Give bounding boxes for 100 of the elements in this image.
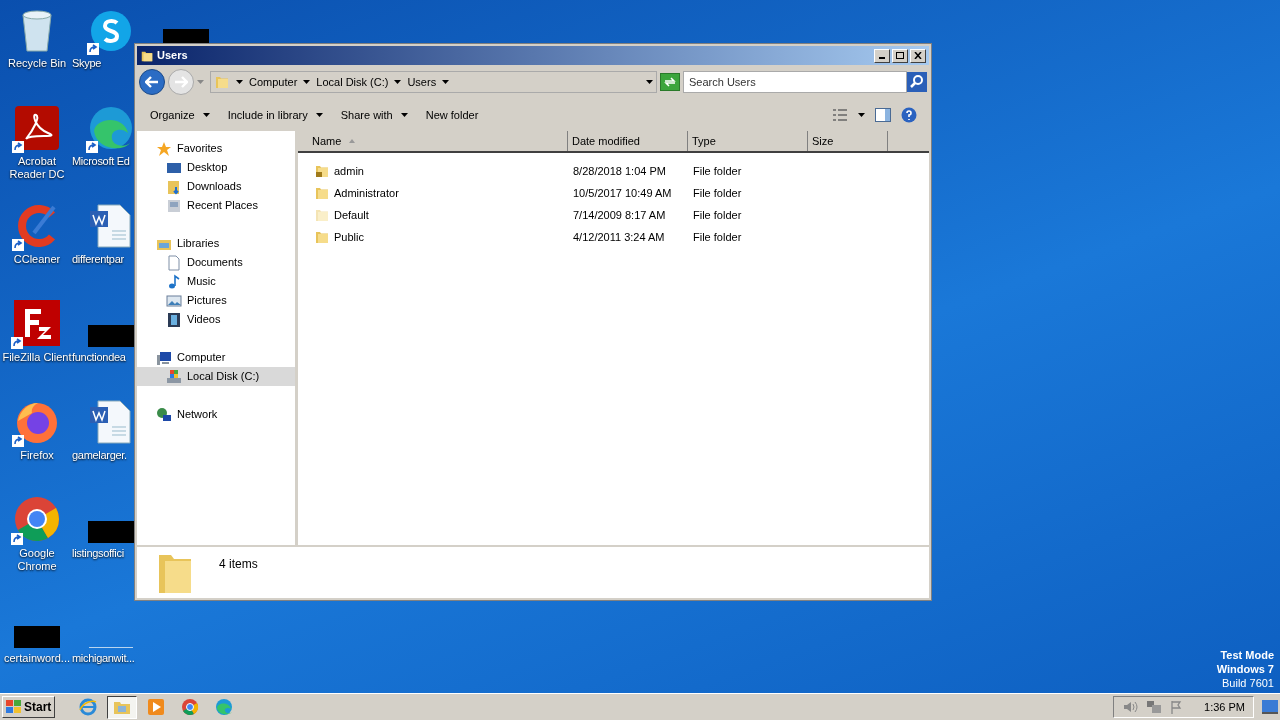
table-cell-text: 8/28/2018 1:04 PM: [572, 163, 667, 179]
play-icon: [147, 698, 166, 716]
item-count: 4 items: [219, 556, 258, 573]
os-notice-text: Test Mode: [1220, 648, 1274, 662]
toolbar-button[interactable]: Organize: [141, 103, 219, 127]
document-icon: [88, 399, 134, 445]
nav-label: Favorites: [177, 141, 223, 157]
shortcut-arrow-icon: [12, 435, 24, 447]
back-button[interactable]: [139, 69, 165, 95]
nav-label: Pictures: [187, 293, 227, 309]
breadcrumb[interactable]: Local Disk (C:): [316, 73, 389, 91]
speaker-icon: [1122, 700, 1139, 714]
breadcrumb[interactable]: Computer: [249, 73, 298, 91]
desktop-icon-label[interactable]: michiganwit...: [72, 652, 135, 665]
nav-item[interactable]: Videos: [137, 310, 295, 329]
nav-item[interactable]: Local Disk (C:): [137, 367, 295, 386]
column-header[interactable]: Name: [298, 131, 568, 151]
table-cell[interactable]: Default: [298, 206, 568, 224]
nav-label: Network: [177, 407, 218, 423]
network-icon: [156, 406, 172, 423]
maximize-button[interactable]: [892, 48, 908, 63]
nav-label: Downloads: [187, 179, 242, 195]
star-icon: [156, 140, 172, 157]
nav-item[interactable]: Computer: [137, 348, 295, 367]
nav-item[interactable]: Favorites: [137, 139, 295, 158]
nav-item[interactable]: Documents: [137, 253, 295, 272]
close-icon: [914, 52, 922, 59]
wave-logo-icon: [215, 698, 234, 716]
document-icon: [166, 254, 182, 271]
folder-icon: [214, 74, 230, 90]
refresh-button[interactable]: [660, 73, 680, 91]
taskbar-app-button[interactable]: [107, 695, 138, 719]
nav-label: Libraries: [177, 236, 220, 252]
nav-label: Music: [187, 274, 216, 290]
desktop-icon-label[interactable]: differentpar: [72, 253, 124, 266]
caret-icon: [202, 113, 210, 117]
help-icon: [901, 107, 917, 123]
nav-item[interactable]: Downloads: [137, 177, 295, 196]
desktop-icon-label[interactable]: gamelarger.: [72, 449, 127, 462]
toolbar-button[interactable]: Include in library: [218, 103, 332, 127]
wave-logo-icon: [88, 105, 134, 151]
nav-item[interactable]: Desktop: [137, 158, 295, 177]
table-cell-text: 4/12/2011 3:24 AM: [572, 229, 666, 245]
shortcut-arrow-icon: [12, 141, 24, 153]
breadcrumb[interactable]: Users: [407, 73, 437, 91]
column-header[interactable]: Type: [688, 131, 808, 151]
search-field[interactable]: Search Users: [683, 71, 907, 93]
desktop-icon-label[interactable]: Acrobat Reader DC: [0, 155, 74, 181]
close-button[interactable]: [910, 48, 926, 63]
nav-item[interactable]: Music: [137, 272, 295, 291]
s-logo-icon: [89, 9, 133, 53]
clock: 1:36 PM: [1204, 699, 1245, 715]
os-notice-text: Build 7601: [1222, 676, 1274, 690]
back-arrow-icon: [145, 76, 159, 88]
toolbar-button[interactable]: New folder: [416, 103, 488, 127]
ring-logo-icon: [181, 698, 200, 716]
caret-icon: [858, 113, 865, 117]
nav-label: Local Disk (C:): [187, 369, 260, 385]
table-cell-text: File folder: [692, 207, 743, 223]
desktop-icon-label[interactable]: listingsoffici: [72, 547, 124, 560]
folder-icon: [314, 207, 330, 223]
redacted-block: [88, 521, 134, 543]
nav-item[interactable]: Network: [137, 405, 295, 424]
nav-item[interactable]: Libraries: [137, 234, 295, 253]
address-bar[interactable]: Computer Local Disk (C:) Users: [210, 71, 657, 93]
table-cell-text: File folder: [692, 163, 743, 179]
caret-icon: [303, 80, 311, 84]
locked-folder-icon: [314, 163, 330, 179]
nav-label: Documents: [187, 255, 243, 271]
download-folder-icon: [166, 178, 182, 195]
nav-label: Computer: [177, 350, 226, 366]
nav-label: Desktop: [187, 160, 228, 176]
picture-icon: [166, 292, 182, 309]
fz-logo-icon: [13, 299, 61, 347]
music-note-icon: [166, 273, 182, 290]
preview-pane-icon: [875, 108, 891, 122]
table-cell[interactable]: Administrator: [298, 184, 568, 202]
os-notice-text: Windows 7: [1216, 662, 1274, 676]
minimize-button[interactable]: [874, 48, 890, 63]
folder-icon: [314, 185, 330, 201]
table-cell-text: File folder: [692, 229, 743, 245]
start-button[interactable]: Start: [2, 696, 56, 718]
nav-item[interactable]: Recent Places: [137, 196, 295, 215]
caret-icon: [315, 113, 323, 117]
shortcut-arrow-icon: [86, 141, 98, 153]
toolbar-button[interactable]: Share with: [331, 103, 417, 127]
caret-icon: [236, 80, 243, 84]
shortcut-arrow-icon: [11, 337, 23, 349]
table-cell-text: 10/5/2017 10:49 AM: [572, 185, 673, 201]
desktop-icon-label[interactable]: functiondea: [72, 351, 126, 364]
column-header[interactable]: Size: [808, 131, 888, 151]
desktop-icon-label[interactable]: Skype: [72, 57, 102, 70]
table-cell[interactable]: admin: [298, 162, 568, 180]
view-list-icon: [832, 109, 848, 121]
column-header[interactable]: Date modified: [568, 131, 688, 151]
nav-item[interactable]: Pictures: [137, 291, 295, 310]
folder-icon: [314, 229, 330, 245]
table-cell[interactable]: Public: [298, 228, 568, 246]
desktop-icon-label[interactable]: Microsoft Ed: [72, 155, 130, 168]
show-desktop-icon: [1262, 700, 1278, 714]
